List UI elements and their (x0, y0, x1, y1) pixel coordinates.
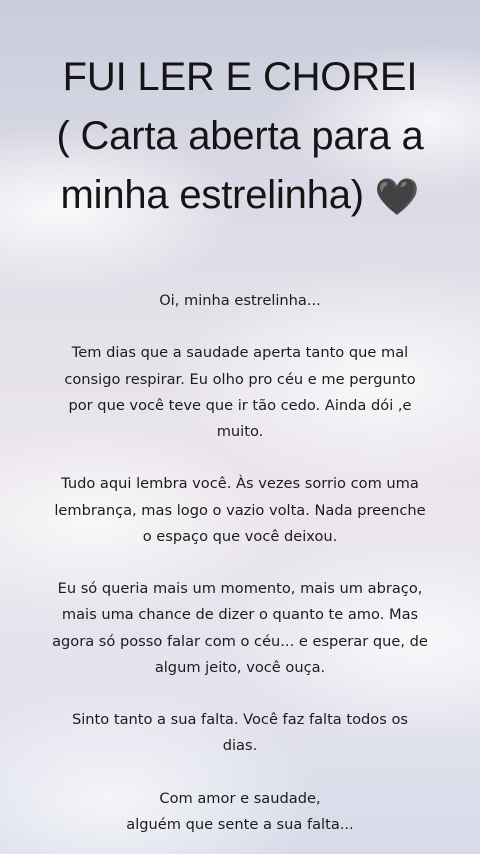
closing-line: alguém que sente a sua falta... (126, 815, 354, 833)
paragraph-line: Tudo aqui lembra você. Às vezes sorrio c… (61, 475, 419, 493)
title-line-1: FUI LER E CHOREI (62, 55, 418, 99)
letter-paragraph-1: Tem dias que a saudade aperta tanto que … (40, 340, 440, 445)
title-line-2: ( Carta aberta para a (56, 114, 424, 158)
letter-paragraph-2: Tudo aqui lembra você. Às vezes sorrio c… (40, 471, 440, 550)
paragraph-line: Tem dias que a saudade aperta tanto que … (71, 344, 409, 362)
paragraph-line: lembrança, mas logo o vazio volta. Nada … (54, 501, 426, 519)
paragraph-line: Eu só queria mais um momento, mais um ab… (57, 580, 423, 598)
title-line-3: minha estrelinha) 🖤 (0, 166, 480, 227)
title-line-3-text: minha estrelinha) (60, 173, 365, 217)
letter-closing: Com amor e saudade, alguém que sente a s… (40, 786, 440, 838)
paragraph-line: mais uma chance de dizer o quanto te amo… (61, 606, 419, 624)
letter-paragraph-3: Eu só queria mais um momento, mais um ab… (40, 576, 440, 681)
paragraph-line: dias. (222, 737, 258, 755)
letter-greeting: Oi, minha estrelinha... (40, 288, 440, 314)
paragraph-line: por que você teve que ir tão cedo. Ainda… (68, 396, 412, 414)
paragraph-line: agora só posso falar com o céu... e espe… (52, 632, 428, 650)
paragraph-line: o espaço que você deixou. (142, 527, 338, 545)
paragraph-line: algum jeito, você ouça. (154, 658, 326, 676)
black-heart-icon: 🖤 (374, 177, 420, 218)
paragraph-line: Sinto tanto a sua falta. Você faz falta … (71, 711, 408, 729)
closing-line: Com amor e saudade, (159, 789, 321, 807)
post-title: FUI LER E CHOREI ( Carta aberta para a m… (0, 48, 480, 227)
paragraph-line: muito. (216, 423, 264, 440)
letter-paragraph-4: Sinto tanto a sua falta. Você faz falta … (40, 707, 440, 759)
letter-body: Oi, minha estrelinha... Tem dias que a s… (40, 288, 440, 838)
greeting-line: Oi, minha estrelinha... (159, 292, 321, 309)
paragraph-line: consigo respirar. Eu olho pro céu e me p… (64, 370, 416, 388)
